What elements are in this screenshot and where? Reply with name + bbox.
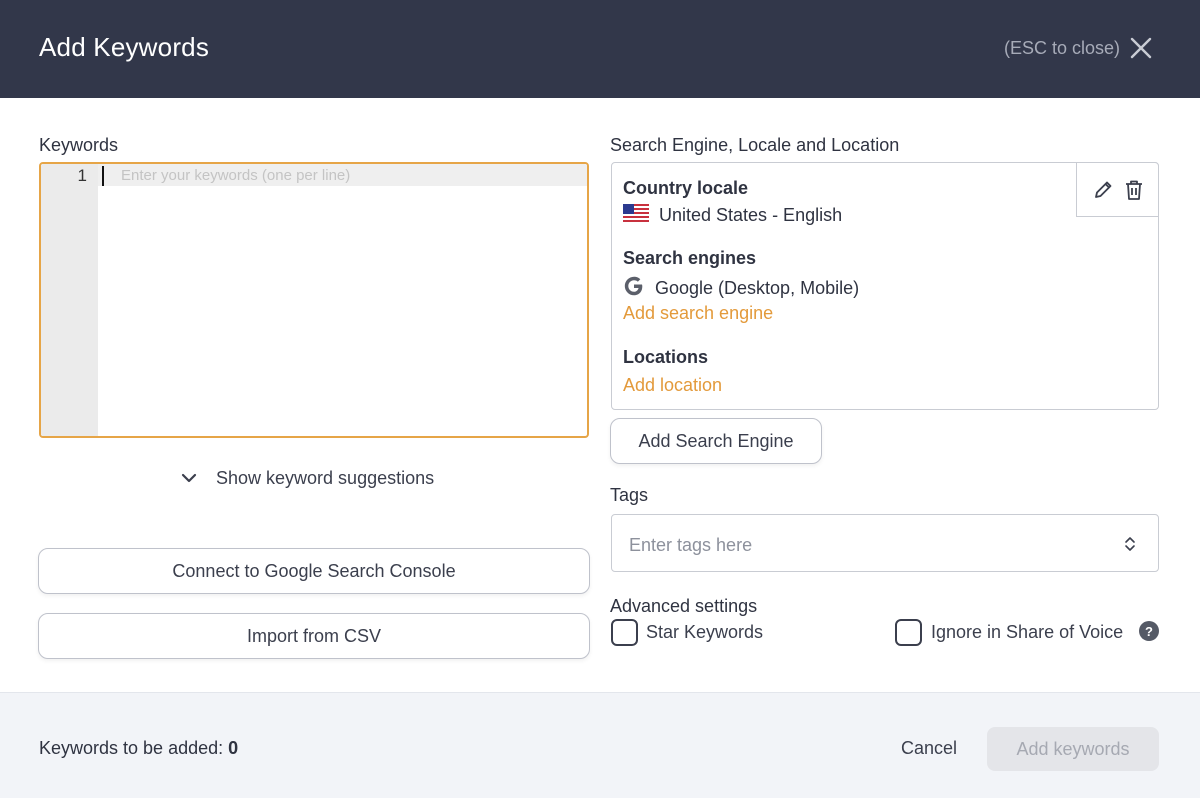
line-number: 1 — [77, 166, 87, 185]
search-engine-value: Google (Desktop, Mobile) — [623, 275, 859, 302]
keywords-label: Keywords — [39, 135, 119, 155]
keywords-editor[interactable]: 1 Enter your keywords (one per line) — [39, 162, 589, 438]
add-search-engine-button[interactable]: Add Search Engine — [610, 418, 822, 464]
help-icon[interactable]: ? — [1139, 621, 1159, 641]
modal-header: Add Keywords (ESC to close) — [0, 0, 1200, 98]
modal-title: Add Keywords — [39, 32, 210, 62]
editor-gutter: 1 — [41, 164, 98, 436]
tags-placeholder: Enter tags here — [629, 535, 753, 555]
show-keyword-suggestions-label: Show keyword suggestions — [216, 468, 435, 488]
country-locale-heading: Country locale — [623, 178, 749, 198]
connect-google-search-console-button[interactable]: Connect to Google Search Console — [38, 548, 590, 594]
add-search-engine-link[interactable]: Add search engine — [623, 303, 773, 324]
country-locale-value: United States - English — [623, 204, 842, 227]
trash-icon[interactable] — [1124, 179, 1144, 201]
keywords-count: Keywords to be added: 0 — [39, 738, 238, 759]
keywords-count-label: Keywords to be added: — [39, 738, 224, 758]
search-engine-section-label: Search Engine, Locale and Location — [610, 135, 900, 155]
tags-label: Tags — [610, 485, 649, 505]
text-caret — [102, 166, 104, 186]
modal-footer: Keywords to be added: 0 Cancel Add keywo… — [0, 692, 1200, 798]
keywords-count-value: 0 — [228, 738, 239, 758]
search-engine-text: Google (Desktop, Mobile) — [655, 278, 860, 298]
cancel-button[interactable]: Cancel — [901, 738, 957, 759]
search-engine-card: Country locale United States - English S… — [611, 162, 1159, 410]
country-locale-text: United States - English — [659, 205, 843, 225]
advanced-settings-label: Advanced settings — [610, 596, 758, 616]
add-keywords-button[interactable]: Add keywords — [987, 727, 1159, 771]
us-flag-icon — [623, 204, 649, 227]
close-icon[interactable] — [1130, 37, 1152, 59]
chevron-down-icon — [180, 468, 198, 489]
search-engines-heading: Search engines — [623, 248, 757, 268]
pencil-icon[interactable] — [1092, 179, 1114, 201]
esc-hint: (ESC to close) — [1003, 38, 1120, 58]
ignore-share-of-voice-checkbox[interactable] — [895, 619, 922, 646]
up-down-chevron-icon — [1124, 535, 1136, 558]
star-keywords-label: Star Keywords — [646, 622, 764, 642]
ignore-share-of-voice-label: Ignore in Share of Voice — [931, 622, 1124, 642]
import-from-csv-button[interactable]: Import from CSV — [38, 613, 590, 659]
tags-input[interactable]: Enter tags here — [611, 514, 1159, 572]
card-tools — [1076, 162, 1159, 217]
add-location-link[interactable]: Add location — [623, 375, 722, 396]
keywords-placeholder: Enter your keywords (one per line) — [121, 167, 351, 184]
google-icon — [623, 275, 645, 302]
star-keywords-checkbox[interactable] — [611, 619, 638, 646]
locations-heading: Locations — [623, 347, 709, 367]
show-keyword-suggestions-toggle[interactable]: Show keyword suggestions — [180, 468, 434, 489]
